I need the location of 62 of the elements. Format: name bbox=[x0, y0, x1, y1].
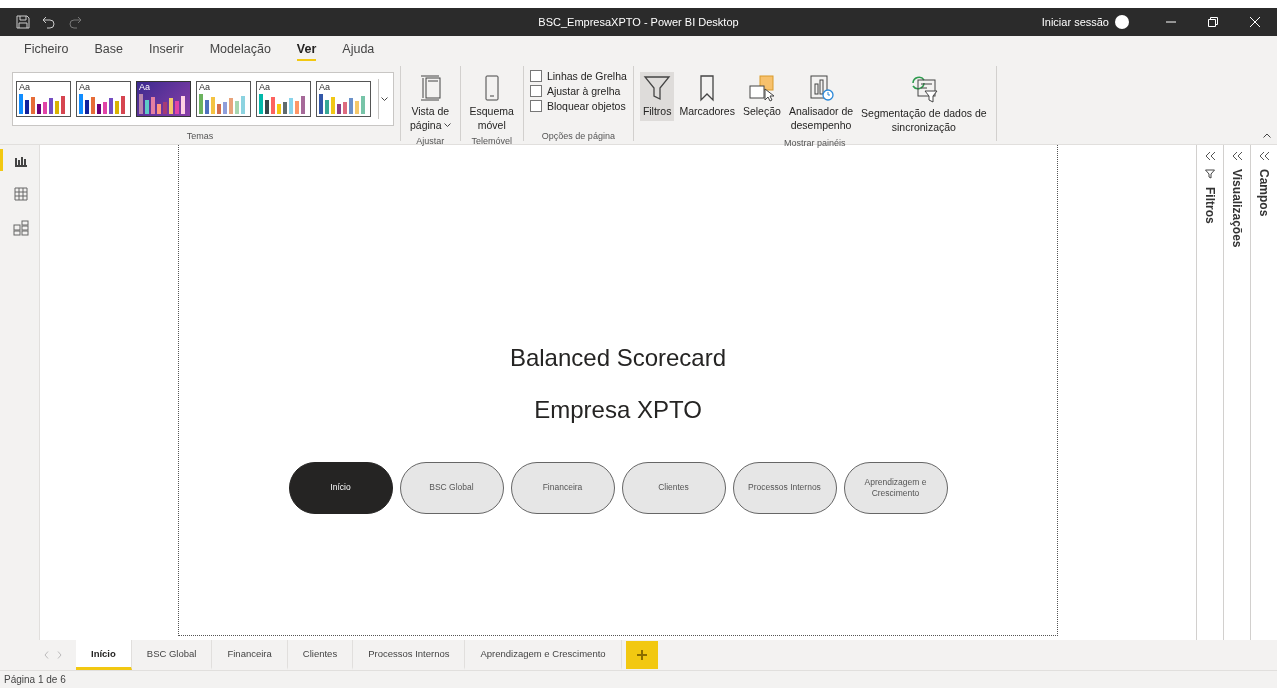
menu-tab[interactable]: Ver bbox=[296, 37, 317, 61]
pane-title[interactable]: Visualizações bbox=[1230, 169, 1244, 248]
group-label: Opções de página bbox=[540, 130, 616, 141]
collapse-icon[interactable] bbox=[1204, 151, 1216, 161]
analyzer-icon bbox=[807, 74, 835, 102]
caret-icon bbox=[381, 96, 388, 102]
report-title: Balanced Scorecard bbox=[509, 343, 727, 373]
report-subtitle: Empresa XPTO bbox=[534, 395, 702, 425]
group-label: Mostrar painéis bbox=[782, 137, 847, 149]
theme-thumbnail[interactable]: Aa bbox=[76, 81, 131, 117]
window-title: BSC_EmpresaXPTO - Power BI Desktop bbox=[538, 16, 739, 28]
page-view-button[interactable]: Vista de página bbox=[407, 72, 454, 135]
table-icon bbox=[14, 187, 28, 201]
redo-icon[interactable] bbox=[68, 15, 82, 29]
close-icon bbox=[1250, 17, 1260, 27]
selection-icon bbox=[747, 74, 776, 102]
theme-thumbnail[interactable]: Aa bbox=[136, 81, 191, 117]
theme-thumbnail[interactable]: Aa bbox=[256, 81, 311, 117]
nav-button[interactable]: Financeira bbox=[510, 462, 615, 514]
pane-title[interactable]: Filtros bbox=[1203, 187, 1217, 224]
filter-icon bbox=[643, 74, 672, 102]
pane-toggle-button[interactable]: Marcadores bbox=[676, 72, 738, 121]
sign-in-button[interactable]: Iniciar sessão bbox=[1041, 16, 1109, 28]
save-icon[interactable] bbox=[16, 15, 30, 29]
nav-button[interactable]: Aprendizagem e Crescimento bbox=[843, 462, 948, 514]
theme-thumbnail[interactable]: Aa bbox=[196, 81, 251, 117]
group-label: Temas bbox=[185, 130, 215, 141]
pane-toggle-button[interactable]: Analisador de desempenho bbox=[785, 72, 857, 135]
page-tab[interactable]: Início bbox=[76, 640, 132, 670]
checkbox[interactable]: Linhas de Grelha bbox=[529, 70, 627, 82]
caret-icon bbox=[443, 122, 451, 128]
restore-icon bbox=[1208, 17, 1218, 27]
group-label: Ajustar bbox=[415, 135, 446, 147]
collapse-icon[interactable] bbox=[1231, 151, 1243, 161]
collapse-ribbon-icon[interactable] bbox=[1263, 133, 1271, 138]
nav-button[interactable]: BSC Global bbox=[399, 462, 504, 514]
model-icon bbox=[13, 220, 29, 236]
group-label: Telemóvel bbox=[470, 135, 513, 147]
collapse-icon[interactable] bbox=[1258, 151, 1270, 161]
menu-tab[interactable]: Modelação bbox=[209, 37, 271, 61]
status-bar: Página 1 de 6 bbox=[0, 670, 1277, 688]
menu-tab[interactable]: Ajuda bbox=[342, 37, 375, 61]
nav-button[interactable]: Início bbox=[288, 462, 393, 514]
pane-toggle-button[interactable]: Segmentação de dados de sincronização bbox=[858, 72, 990, 137]
filter-icon bbox=[1205, 169, 1215, 179]
nav-button[interactable]: Clientes bbox=[621, 462, 726, 514]
undo-icon[interactable] bbox=[42, 15, 56, 29]
pane-toggle-button[interactable]: Filtros bbox=[639, 72, 675, 121]
theme-thumbnail[interactable]: Aa bbox=[316, 81, 371, 117]
menu-tab[interactable]: Inserir bbox=[148, 37, 184, 61]
avatar-icon[interactable] bbox=[1115, 15, 1129, 29]
pane-toggle-button[interactable]: Seleção bbox=[739, 72, 784, 121]
menu-tab[interactable]: Ficheiro bbox=[24, 37, 69, 61]
pane-title[interactable]: Campos bbox=[1257, 169, 1271, 217]
mobile-layout-button[interactable]: Esquema móvel bbox=[466, 72, 517, 135]
menu-tab[interactable]: Base bbox=[94, 37, 123, 61]
checkbox[interactable]: Bloquear objetos bbox=[529, 100, 627, 112]
theme-thumbnail[interactable]: Aa bbox=[16, 81, 71, 117]
checkbox[interactable]: Ajustar à grelha bbox=[529, 85, 627, 97]
nav-button[interactable]: Processos Internos bbox=[732, 462, 837, 514]
add-page-button[interactable] bbox=[625, 641, 658, 669]
plus-icon bbox=[636, 650, 647, 660]
